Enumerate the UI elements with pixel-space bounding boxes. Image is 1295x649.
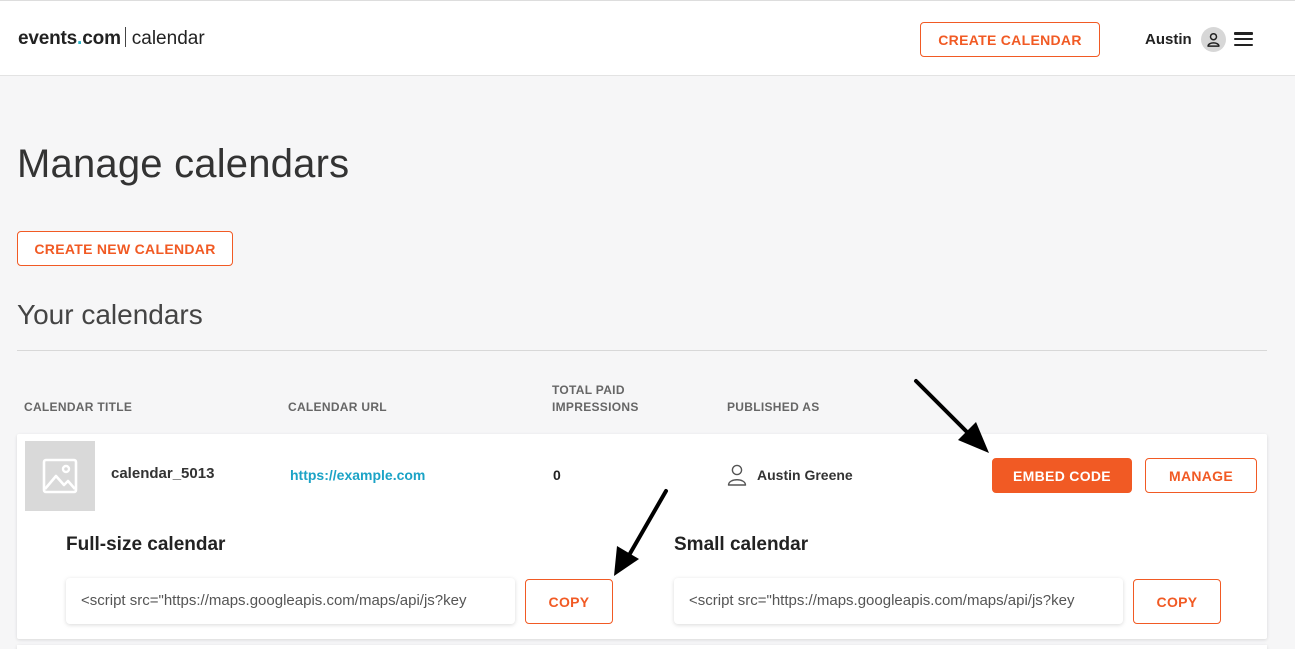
logo[interactable]: events.com calendar [18,27,205,50]
full-size-calendar-title: Full-size calendar [66,534,226,555]
calendar-url-link[interactable]: https://example.com [290,467,425,483]
column-header-impressions: TOTAL PAID IMPRESSIONS [552,382,639,416]
column-header-url: CALENDAR URL [288,400,387,414]
column-header-impressions-line1: TOTAL PAID [552,383,625,397]
create-calendar-button[interactable]: CREATE CALENDAR [920,22,1100,57]
column-header-published: PUBLISHED AS [727,400,820,414]
total-paid-impressions: 0 [553,467,561,483]
section-divider [17,350,1267,351]
copy-full-size-button[interactable]: COPY [525,579,613,624]
username-label[interactable]: Austin [1145,31,1192,48]
column-header-impressions-line2: IMPRESSIONS [552,400,639,414]
logo-separator [124,27,126,47]
embed-code-button[interactable]: EMBED CODE [992,458,1132,493]
section-title: Your calendars [17,299,203,330]
top-navigation-bar: events.com calendar CREATE CALENDAR Austi… [0,0,1295,76]
page-title: Manage calendars [17,142,350,186]
table-row [17,645,1267,649]
user-icon[interactable] [1201,27,1226,52]
hamburger-menu-icon[interactable] [1234,32,1253,47]
table-row: calendar_5013 https://example.com 0 Aust… [17,434,1267,639]
image-placeholder-icon [25,441,95,511]
full-size-embed-code-field[interactable]: <script src="https://maps.googleapis.com… [66,578,515,624]
calendar-title[interactable]: calendar_5013 [111,465,214,482]
manage-button[interactable]: MANAGE [1145,458,1257,493]
person-icon [727,464,747,486]
column-header-title: CALENDAR TITLE [24,400,133,414]
logo-tld: com [82,28,121,49]
logo-brand: events [18,28,78,49]
published-as-name: Austin Greene [757,467,853,483]
small-calendar-title: Small calendar [674,534,809,555]
copy-small-button[interactable]: COPY [1133,579,1221,624]
small-embed-code-field[interactable]: <script src="https://maps.googleapis.com… [674,578,1123,624]
create-new-calendar-button[interactable]: CREATE NEW CALENDAR [17,231,233,266]
logo-product: calendar [131,28,205,49]
